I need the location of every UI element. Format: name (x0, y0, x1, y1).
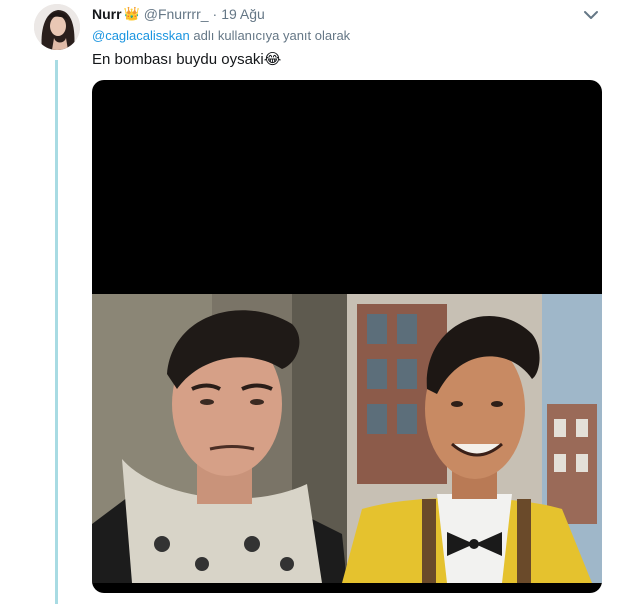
reply-mention-link[interactable]: @caglacalisskan (92, 28, 190, 43)
user-handle[interactable]: @Fnurrrr_ (144, 6, 209, 22)
separator-dot: · (212, 6, 218, 22)
chevron-down-icon[interactable] (582, 6, 600, 24)
tweet[interactable]: Nurr 👑 @Fnurrrr_ · 19 Ağu @caglacalisska… (0, 0, 635, 604)
display-name[interactable]: Nurr (92, 6, 122, 22)
tweet-media[interactable] (92, 80, 602, 593)
tweet-body: En bombası buydu oysaki (92, 51, 264, 68)
reply-context-label: adlı kullanıcıya yanıt olarak (189, 28, 351, 43)
tweet-header: Nurr 👑 @Fnurrrr_ · 19 Ağu (92, 4, 265, 24)
timestamp[interactable]: 19 Ağu (221, 6, 265, 22)
crown-icon: 👑 (123, 6, 140, 21)
thread-line (55, 60, 58, 604)
reply-context: @caglacalisskan adlı kullanıcıya yanıt o… (92, 28, 350, 43)
tweet-text: En bombası buydu oysaki😂 (92, 50, 281, 68)
avatar[interactable] (34, 4, 80, 50)
laughing-emoji-icon: 😂 (263, 51, 282, 68)
media-photo[interactable] (92, 294, 602, 583)
